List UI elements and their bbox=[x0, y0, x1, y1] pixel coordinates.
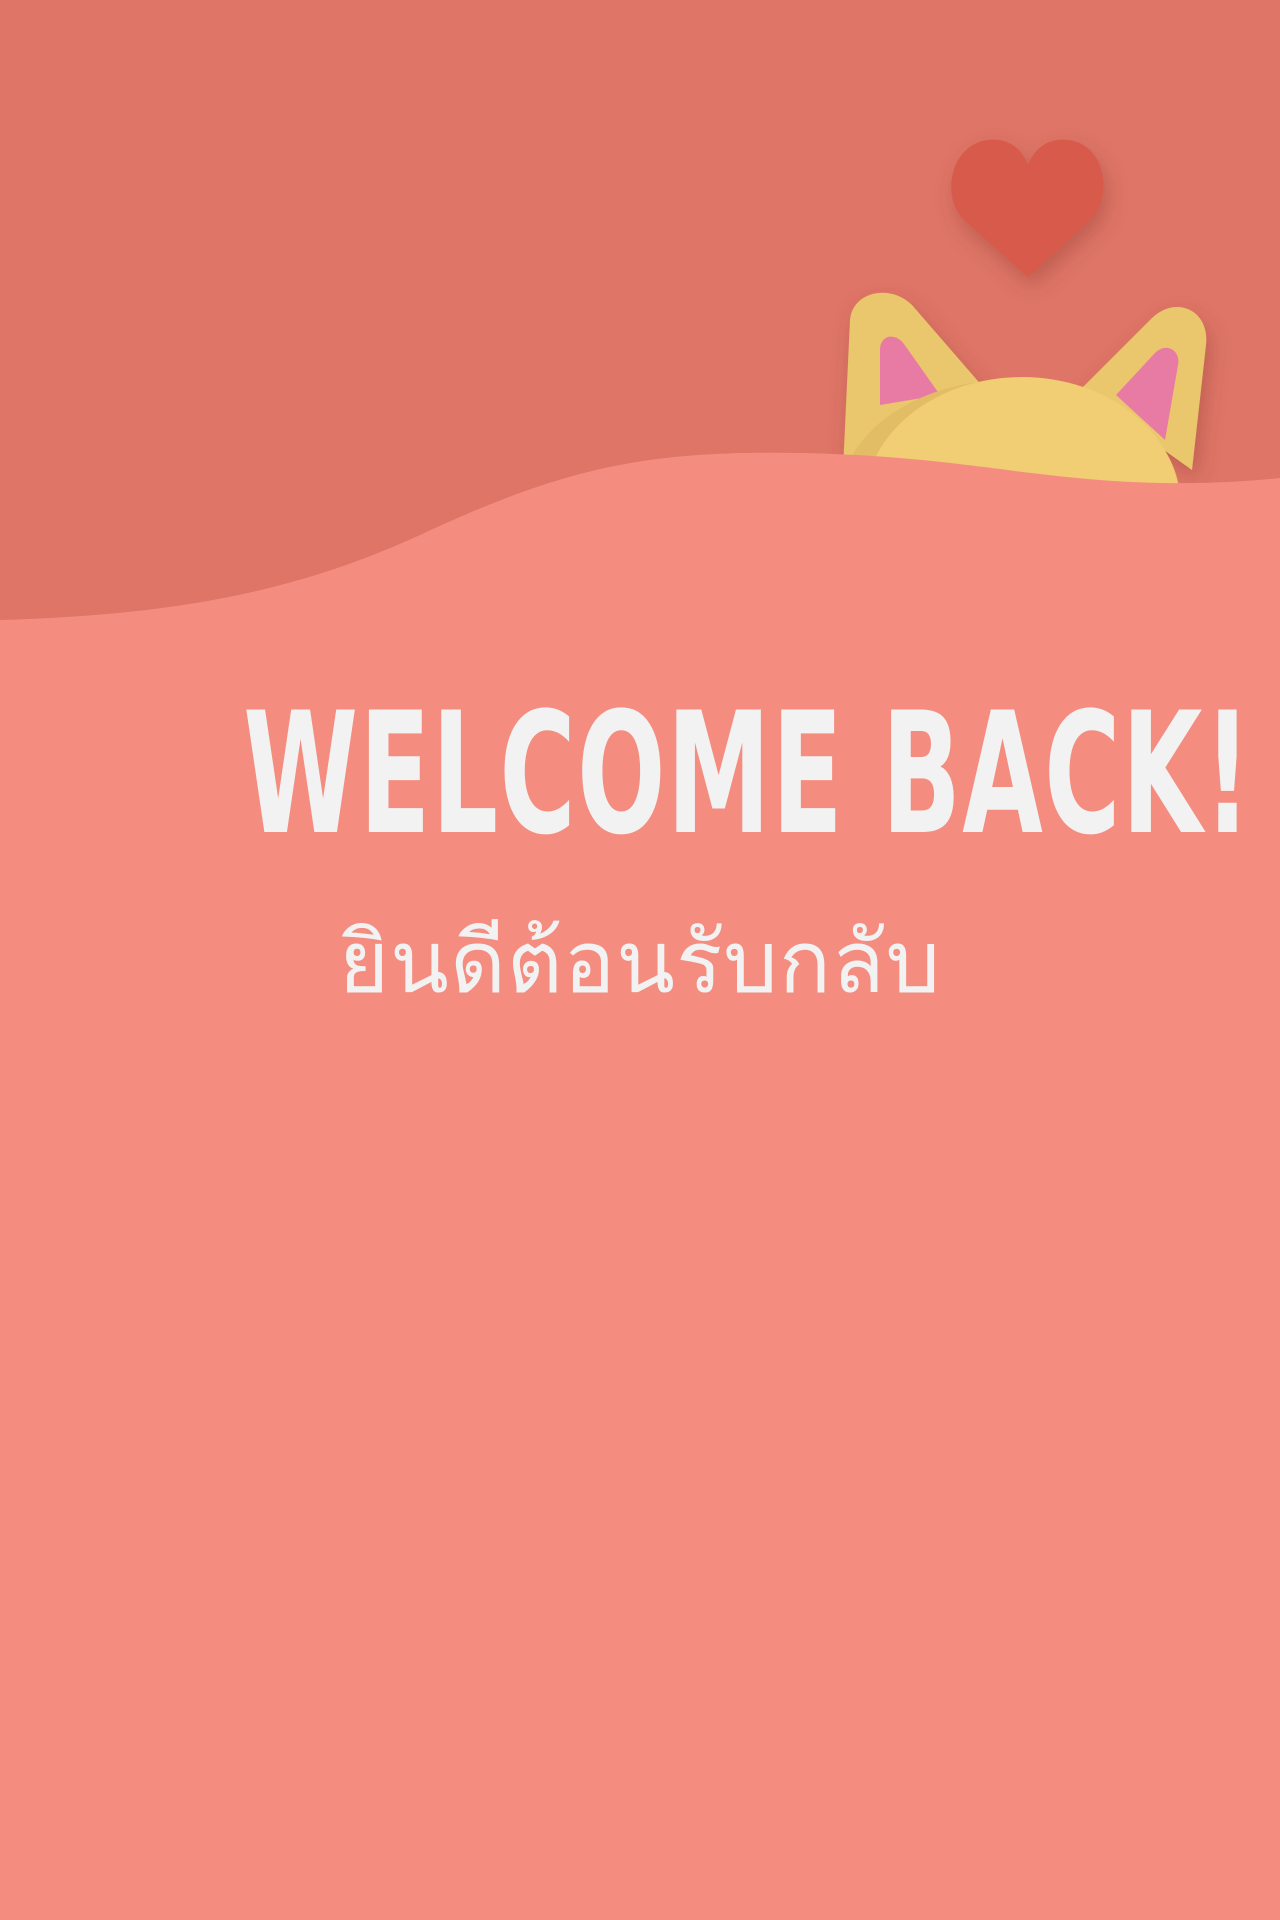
welcome-subtitle: ยินดีต้อนรับกลับ bbox=[338, 913, 942, 1013]
welcome-screen: WELCOME BACK! ยินดีต้อนรับกลับ bbox=[0, 0, 1280, 1920]
background-illustration bbox=[0, 0, 1280, 700]
welcome-title: WELCOME BACK! bbox=[243, 676, 1253, 872]
